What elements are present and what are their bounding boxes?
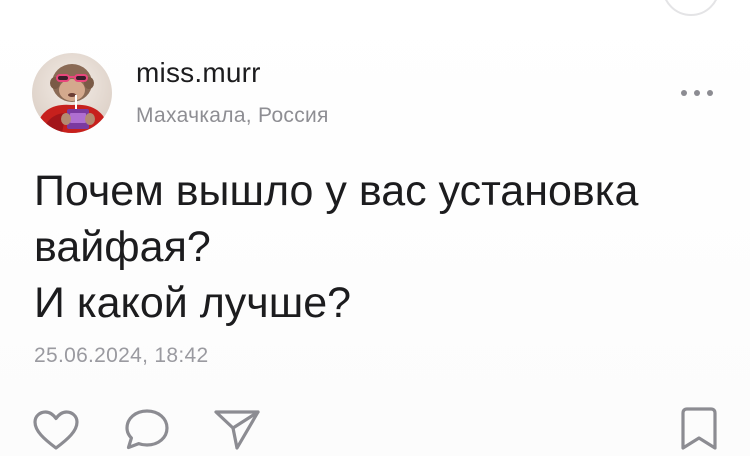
comment-bubble-icon	[125, 409, 169, 450]
post-text: Почем вышло у вас установка вайфая? И ка…	[34, 163, 724, 331]
username[interactable]: miss.murr	[136, 56, 261, 90]
more-options-button[interactable]	[674, 80, 720, 106]
comment-button[interactable]	[123, 407, 171, 453]
share-button[interactable]	[212, 407, 262, 453]
location-label[interactable]: Махачкала, Россия	[136, 103, 329, 129]
avatar-monkey-image	[32, 53, 112, 133]
post-text-line: вайфая?	[34, 223, 211, 271]
post-timestamp: 25.06.2024, 18:42	[34, 344, 209, 367]
more-horizontal-icon	[681, 90, 713, 96]
bookmark-icon	[681, 407, 717, 450]
avatar[interactable]	[32, 53, 112, 133]
bookmark-button[interactable]	[678, 405, 720, 453]
post-text-line: И какой лучше?	[34, 279, 352, 327]
like-button[interactable]	[32, 409, 80, 451]
post-text-line: Почем вышло у вас установка	[34, 167, 639, 215]
heart-icon	[33, 410, 79, 450]
send-arrow-icon	[214, 410, 260, 450]
